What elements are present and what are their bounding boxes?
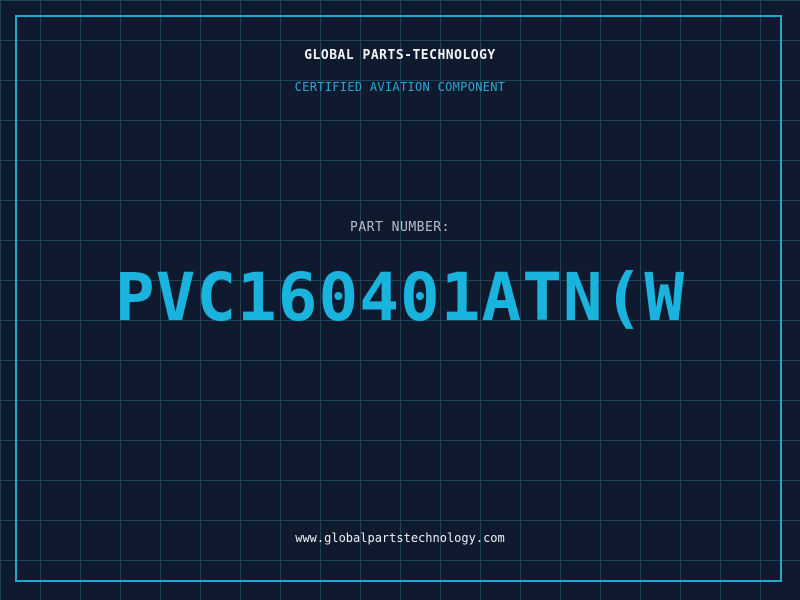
label-card: GLOBAL PARTS-TECHNOLOGY CERTIFIED AVIATI… (0, 0, 800, 600)
part-number-value: PVC160401ATN(W (114, 259, 686, 336)
certification-tagline: CERTIFIED AVIATION COMPONENT (294, 80, 506, 94)
part-number-label: PART NUMBER: (350, 220, 450, 235)
company-name: GLOBAL PARTS-TECHNOLOGY (304, 48, 496, 63)
website-link[interactable]: www.globalpartstechnology.com (0, 531, 800, 545)
